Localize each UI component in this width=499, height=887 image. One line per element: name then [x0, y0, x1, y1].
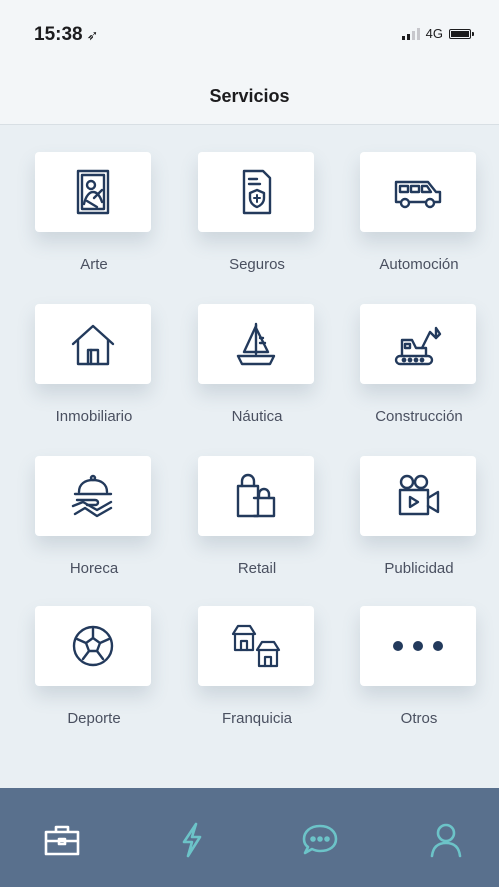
serving-tray-icon	[71, 474, 113, 518]
insurance-document-icon	[242, 169, 272, 215]
status-bar: 15:38 ➶ 4G	[0, 0, 499, 64]
service-tile-inmobiliario[interactable]: Inmobiliario	[13, 304, 175, 442]
chat-bubble-icon	[302, 824, 338, 855]
tab-bar	[0, 788, 499, 887]
tab-briefcase[interactable]	[38, 816, 86, 864]
soccer-ball-icon	[72, 625, 114, 667]
service-label: Construcción	[375, 408, 463, 425]
shopping-bags-icon	[236, 473, 276, 518]
signal-icon	[401, 27, 420, 40]
service-card[interactable]	[198, 304, 314, 384]
network-type: 4G	[425, 26, 443, 41]
service-label: Automoción	[379, 256, 459, 273]
battery-icon	[449, 28, 474, 39]
service-label: Arte	[80, 256, 108, 273]
briefcase-icon	[44, 825, 80, 856]
service-card[interactable]	[198, 456, 314, 536]
service-label: Seguros	[229, 256, 285, 273]
car-icon	[394, 180, 442, 209]
service-tile-franquicia[interactable]: Franquicia	[176, 606, 338, 744]
lightning-icon	[182, 822, 202, 858]
tab-activity[interactable]	[168, 816, 216, 864]
service-card[interactable]	[360, 152, 476, 232]
page-title: Servicios	[209, 86, 290, 106]
art-portrait-icon	[76, 169, 110, 215]
service-card[interactable]	[198, 152, 314, 232]
service-tile-construccion[interactable]: Construcción	[338, 304, 499, 442]
video-camera-icon	[398, 474, 440, 516]
service-tile-automocion[interactable]: Automoción	[338, 152, 499, 290]
tab-profile[interactable]	[422, 816, 470, 864]
service-card[interactable]	[198, 606, 314, 686]
services-grid: Arte Seguros Automoción Inmobiliario Náu…	[0, 124, 499, 788]
service-label: Deporte	[67, 710, 121, 727]
service-card[interactable]	[35, 606, 151, 686]
location-arrow-icon: ➶	[86, 27, 99, 43]
service-tile-seguros[interactable]: Seguros	[176, 152, 338, 290]
tab-messages[interactable]	[296, 816, 344, 864]
service-label: Náutica	[231, 408, 283, 425]
franchise-stores-icon	[231, 624, 281, 668]
house-icon	[71, 324, 115, 366]
service-label: Franquicia	[221, 710, 293, 727]
user-icon	[430, 823, 462, 858]
service-tile-horeca[interactable]: Horeca	[13, 456, 175, 594]
service-label: Otros	[400, 710, 438, 727]
service-tile-retail[interactable]: Retail	[176, 456, 338, 594]
service-card[interactable]	[35, 456, 151, 536]
service-card[interactable]	[35, 304, 151, 384]
navigation-bar: Servicios	[0, 64, 499, 125]
status-time-text: 15:38	[34, 24, 83, 45]
service-label: Retail	[237, 560, 277, 577]
more-dots-icon	[393, 641, 443, 651]
service-card[interactable]	[360, 606, 476, 686]
status-indicators: 4G	[401, 26, 474, 41]
status-time: 15:38 ➶	[34, 24, 98, 46]
service-tile-arte[interactable]: Arte	[13, 152, 175, 290]
service-label: Horeca	[69, 560, 119, 577]
service-card[interactable]	[360, 456, 476, 536]
service-tile-nautica[interactable]: Náutica	[176, 304, 338, 442]
service-tile-publicidad[interactable]: Publicidad	[338, 456, 499, 594]
service-card[interactable]	[35, 152, 151, 232]
sailboat-icon	[236, 322, 276, 366]
excavator-icon	[394, 326, 442, 366]
service-label: Publicidad	[384, 560, 454, 577]
service-tile-otros[interactable]: Otros	[338, 606, 499, 744]
service-tile-deporte[interactable]: Deporte	[13, 606, 175, 744]
service-card[interactable]	[360, 304, 476, 384]
service-label: Inmobiliario	[55, 408, 133, 425]
